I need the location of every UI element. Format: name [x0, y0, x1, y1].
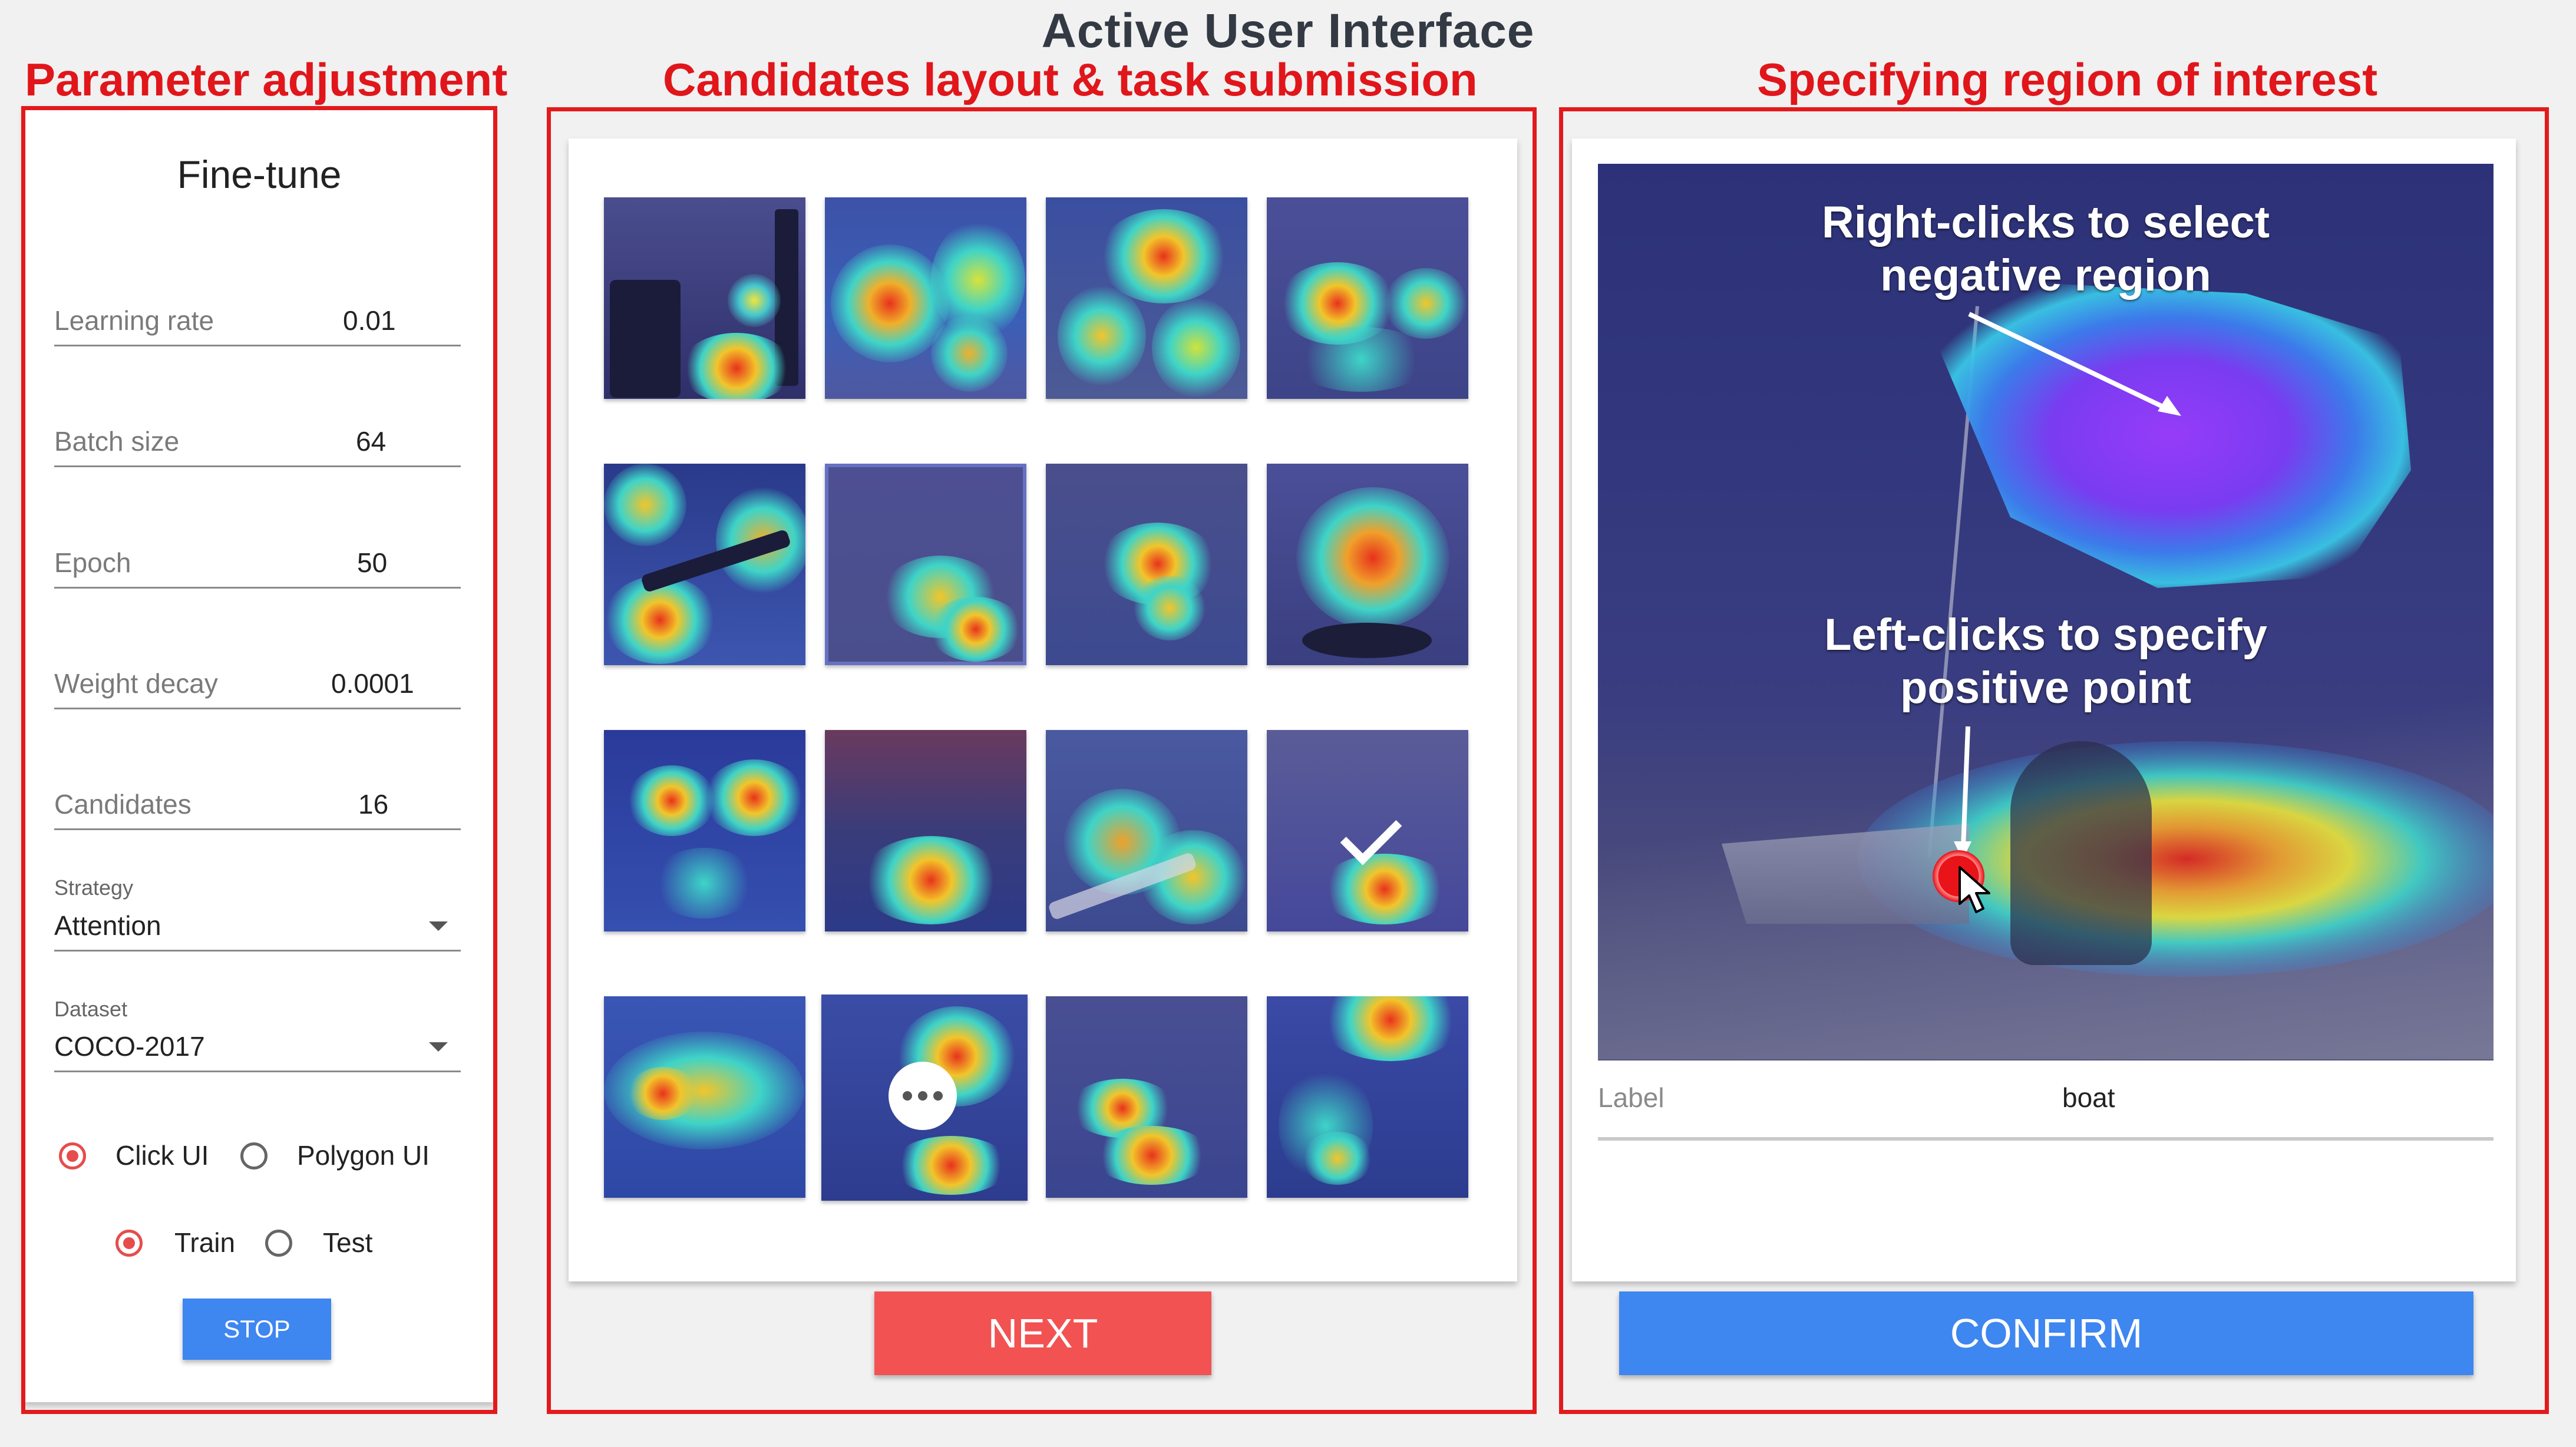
page-title: Active User Interface: [1041, 4, 1535, 58]
section-title-candidates: Candidates layout & task submission: [663, 54, 1478, 105]
candidates-annotation-frame: [547, 107, 1537, 1414]
section-title-parameter: Parameter adjustment: [25, 54, 508, 105]
section-title-roi: Specifying region of interest: [1757, 54, 2378, 105]
roi-annotation-frame: [1559, 107, 2549, 1414]
parameter-annotation-frame: [21, 106, 497, 1414]
